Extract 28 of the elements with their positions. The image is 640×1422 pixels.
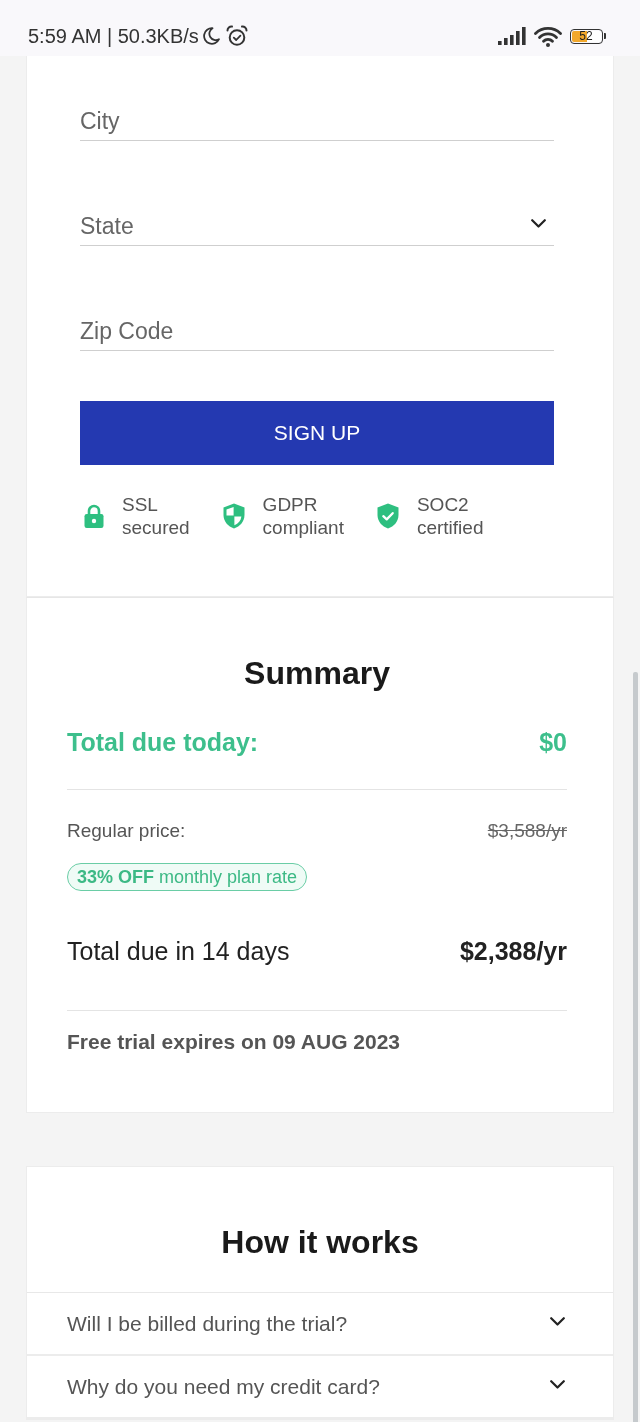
discount-badge: 33% OFF monthly plan rate	[67, 863, 308, 891]
section-title: How it works	[220, 1223, 420, 1261]
signal-icon	[497, 27, 526, 45]
section-title: Summary	[243, 654, 391, 692]
wifi-icon	[533, 25, 562, 47]
input-field[interactable]: City	[80, 97, 554, 141]
trial-expiry-note: Free trial expires on 09 AUG 2023	[67, 1030, 402, 1054]
due-today-amount: $0	[539, 727, 567, 757]
chevron-icon	[550, 1317, 565, 1326]
padlock-icon	[84, 504, 104, 528]
chevron-down-icon	[531, 219, 546, 228]
trust-badge-label: SSL secured	[122, 493, 190, 539]
due-later-amount: $2,388/yr	[459, 936, 567, 966]
due-later-label: Total due in 14 days	[67, 936, 290, 966]
moon-icon	[202, 27, 220, 45]
regular-price-label: Regular price:	[67, 820, 186, 842]
dropdown-field[interactable]: State	[80, 202, 554, 246]
alarm-clock-icon	[225, 25, 248, 47]
regular-price-amount: $3,588/yr	[487, 820, 567, 842]
trust-badge-label: GDPR compliant	[262, 493, 344, 539]
shield-check-icon	[376, 503, 399, 529]
trust-badge-label: SOC2 certified	[416, 493, 484, 539]
status-time: 5:59 AM | 50.3KB/s	[28, 24, 199, 48]
shield-icon	[222, 503, 245, 529]
input-field[interactable]: Zip Code	[80, 307, 554, 351]
due-today-label: Total due today:	[67, 727, 259, 757]
sign-up-button[interactable]: SIGN UP	[80, 401, 554, 465]
chevron-icon	[550, 1380, 565, 1389]
